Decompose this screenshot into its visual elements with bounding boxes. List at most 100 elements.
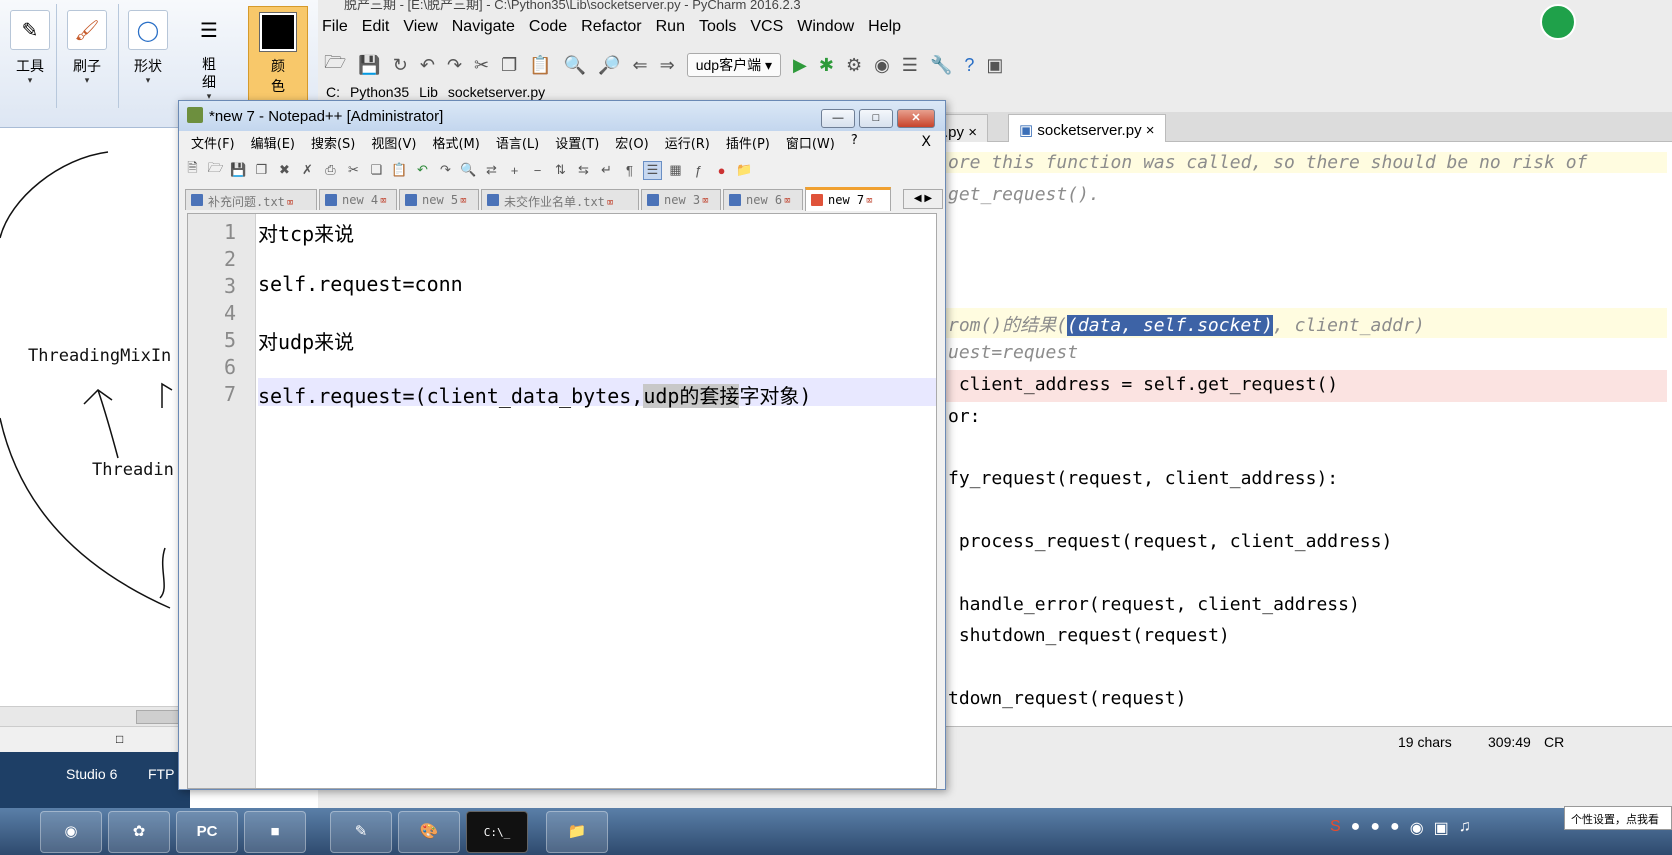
menu-format[interactable]: 格式(M) <box>432 133 479 155</box>
menu-search[interactable]: 搜索(S) <box>311 133 355 155</box>
close-button[interactable]: ✕ <box>897 109 935 128</box>
tasks-icon[interactable]: ☰ <box>902 55 918 76</box>
print-icon[interactable]: ⎙ <box>321 161 340 180</box>
redo-icon[interactable]: ↷ <box>447 55 462 76</box>
tab-supplement[interactable]: 补充问题.txt ⌧ <box>185 189 317 210</box>
tab-new-5[interactable]: new 5 ⌧ <box>399 189 479 210</box>
notepad-editor[interactable]: 1 2 3 4 5 6 7 对tcp来说 self.request=conn 对… <box>187 213 937 789</box>
notepad-icon[interactable]: ✎ <box>330 811 392 853</box>
menu-run[interactable]: Run <box>656 18 685 44</box>
undo-icon[interactable]: ↶ <box>413 161 432 180</box>
function-list-icon[interactable]: ƒ <box>689 161 708 180</box>
qq-icon[interactable]: ● <box>1370 818 1380 838</box>
security-icon[interactable]: ◉ <box>1410 818 1424 838</box>
folder-icon[interactable]: 📁 <box>546 811 608 853</box>
menu-code[interactable]: Code <box>529 18 567 44</box>
cmd-icon[interactable]: C:\_ <box>466 811 528 853</box>
menu-language[interactable]: 语言(L) <box>496 133 539 155</box>
menu-help[interactable]: Help <box>868 18 901 44</box>
chrome-icon[interactable]: ◉ <box>40 811 102 853</box>
avatar[interactable] <box>1540 4 1576 40</box>
app-icon[interactable]: ✿ <box>108 811 170 853</box>
app-icon[interactable]: ■ <box>244 811 306 853</box>
forward-icon[interactable]: ⇒ <box>660 55 675 76</box>
menu-edit[interactable]: 编辑(E) <box>251 133 295 155</box>
close-icon[interactable]: ⌧ <box>702 194 709 207</box>
open-folder-icon[interactable]: 🗁 <box>324 50 346 80</box>
maximize-button[interactable]: □ <box>859 109 893 128</box>
sync-vertical-icon[interactable]: ⇅ <box>551 161 570 180</box>
close-icon[interactable]: ⌧ <box>287 196 294 209</box>
profile-icon[interactable]: ◉ <box>874 55 890 76</box>
word-wrap-icon[interactable]: ↵ <box>597 161 616 180</box>
menu-settings[interactable]: 设置(T) <box>555 133 599 155</box>
menu-file[interactable]: File <box>322 18 348 44</box>
replace-icon[interactable]: ⇄ <box>482 161 501 180</box>
sync-horizontal-icon[interactable]: ⇆ <box>574 161 593 180</box>
close-icon[interactable]: ⌧ <box>460 194 467 207</box>
zoom-in-icon[interactable]: + <box>505 161 524 180</box>
menu-vcs[interactable]: VCS <box>750 18 783 44</box>
close-icon[interactable]: ⌧ <box>866 194 873 207</box>
tools-button[interactable]: ✎ 工具 ▾ <box>8 6 52 106</box>
notepad-titlebar[interactable]: *new 7 - Notepad++ [Administrator] — □ ✕ <box>179 101 945 131</box>
close-icon[interactable]: × <box>968 124 977 141</box>
debug-icon[interactable]: ✱ <box>819 55 834 76</box>
doc-map-icon[interactable]: ▦ <box>666 161 685 180</box>
cursor-position[interactable]: 309:49 <box>1488 734 1531 750</box>
menu-edit[interactable]: Edit <box>362 18 390 44</box>
undo-icon[interactable]: ↶ <box>420 55 435 76</box>
minimize-button[interactable]: — <box>821 109 855 128</box>
menu-view[interactable]: 视图(V) <box>371 133 416 155</box>
save-all-icon[interactable]: ❐ <box>252 161 271 180</box>
sync-icon[interactable]: ↻ <box>393 55 408 76</box>
replace-icon[interactable]: 🔎 <box>598 55 620 76</box>
display-icon[interactable]: ▣ <box>1434 818 1449 838</box>
back-icon[interactable]: ⇐ <box>633 55 648 76</box>
copy-icon[interactable]: ❏ <box>367 161 386 180</box>
menu-macro[interactable]: 宏(O) <box>615 133 648 155</box>
menu-window[interactable]: Window <box>797 18 854 44</box>
redo-icon[interactable]: ↷ <box>436 161 455 180</box>
paint-icon[interactable]: 🎨 <box>398 811 460 853</box>
tab-scroll-buttons[interactable]: ◀ ▶ <box>903 189 943 209</box>
tab-new-7[interactable]: new 7 ⌧ <box>805 187 891 211</box>
antivirus-icon[interactable]: ● <box>1390 818 1400 838</box>
new-file-icon[interactable]: 🗎 <box>183 160 202 180</box>
close-icon[interactable]: × <box>1146 122 1155 139</box>
close-icon[interactable]: ⌧ <box>784 194 791 207</box>
paste-icon[interactable]: 📋 <box>390 161 409 180</box>
find-icon[interactable]: 🔍 <box>459 161 478 180</box>
tab-unsubmitted[interactable]: 未交作业名单.txt ⌧ <box>481 189 639 210</box>
plugin-icon[interactable]: ▣ <box>986 55 1003 76</box>
volume-icon[interactable]: ♫ <box>1459 818 1471 838</box>
cut-icon[interactable]: ✂ <box>474 55 489 76</box>
size-button[interactable]: ☰ 粗细 ▾ <box>184 6 234 106</box>
cut-icon[interactable]: ✂ <box>344 161 363 180</box>
copy-icon[interactable]: ❐ <box>501 55 517 76</box>
folder-workspace-icon[interactable]: 📁 <box>735 161 754 180</box>
menu-help[interactable]: ? <box>851 133 858 155</box>
zoom-out-icon[interactable]: − <box>528 161 547 180</box>
indent-guide-icon[interactable]: ☰ <box>643 160 662 180</box>
pycharm-icon[interactable]: PC <box>176 811 238 853</box>
tab-new-4[interactable]: new 4 ⌧ <box>319 189 397 210</box>
settings-icon[interactable]: 🔧 <box>930 55 952 76</box>
close-all-icon[interactable]: ✗ <box>298 161 317 180</box>
close-icon[interactable]: ⌧ <box>380 194 387 207</box>
input-method-icon[interactable]: S <box>1330 818 1341 838</box>
save-icon[interactable]: 💾 <box>229 161 248 180</box>
menu-view[interactable]: View <box>403 18 437 44</box>
menu-plugins[interactable]: 插件(P) <box>726 133 770 155</box>
tab-new-3[interactable]: new 3 ⌧ <box>641 189 721 210</box>
coverage-icon[interactable]: ⚙ <box>846 55 862 76</box>
menu-run[interactable]: 运行(R) <box>665 133 710 155</box>
run-icon[interactable]: ▶ <box>793 55 807 76</box>
save-icon[interactable]: 💾 <box>358 55 380 76</box>
paste-icon[interactable]: 📋 <box>529 55 551 76</box>
shapes-button[interactable]: ◯ 形状 ▾ <box>124 6 172 106</box>
close-document-button[interactable]: X <box>921 134 931 150</box>
help-icon[interactable]: ? <box>964 55 974 76</box>
tab-socketserver[interactable]: ▣ socketserver.py × <box>1008 114 1166 142</box>
menu-file[interactable]: 文件(F) <box>191 133 235 155</box>
